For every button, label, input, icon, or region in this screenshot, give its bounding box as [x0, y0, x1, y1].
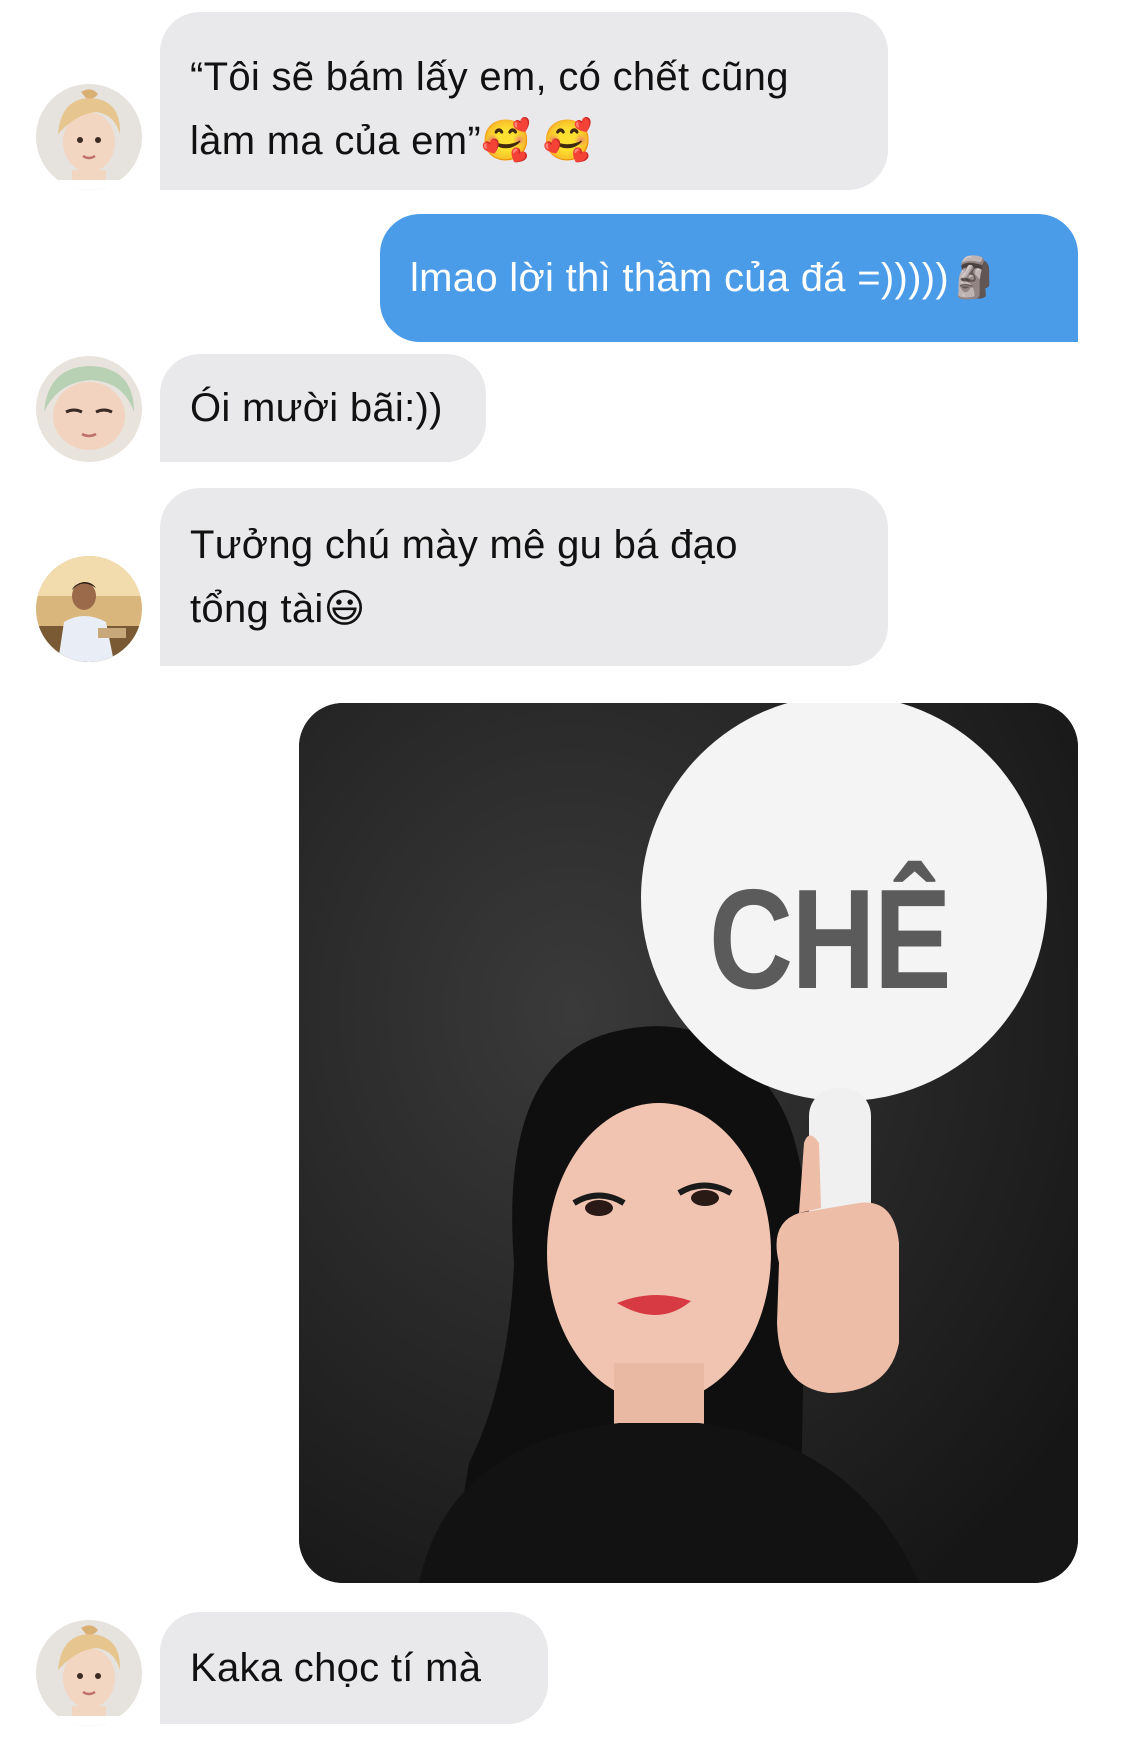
photo-image — [299, 703, 1078, 1583]
message-text: lmao lời thì thầm của đá =)))))🗿 — [410, 256, 1000, 300]
avatar-friend-1[interactable] — [36, 1620, 142, 1726]
message-bubble-outgoing[interactable]: lmao lời thì thầm của đá =)))))🗿 — [380, 214, 1078, 342]
message-text: “Tôi sẽ bám lấy em, có chết cũng — [190, 55, 789, 99]
message-text: Tưởng chú mày mê gu bá đạo — [190, 523, 738, 567]
photo-message[interactable]: CHÊ — [299, 703, 1078, 1583]
avatar-friend-1[interactable] — [36, 84, 142, 190]
message-text: tổng tài😃 — [190, 587, 366, 631]
message-bubble-incoming[interactable]: Tưởng chú mày mê gu bá đạo tổng tài😃 — [160, 488, 888, 666]
chat-thread: “Tôi sẽ bám lấy em, có chết cũng làm ma … — [0, 0, 1125, 1743]
message-bubble-incoming[interactable]: “Tôi sẽ bám lấy em, có chết cũng làm ma … — [160, 12, 888, 190]
message-text: Kaka chọc tí mà — [190, 1646, 482, 1690]
message-bubble-incoming[interactable]: Ói mười bãi:)) — [160, 354, 486, 462]
sign-text: CHÊ — [709, 860, 952, 1019]
message-text: Ói mười bãi:)) — [190, 386, 443, 430]
message-bubble-incoming[interactable]: Kaka chọc tí mà — [160, 1612, 548, 1724]
message-text: làm ma của em”🥰 🥰 — [190, 119, 593, 163]
avatar-friend-2[interactable] — [36, 356, 142, 462]
avatar-friend-3[interactable] — [36, 556, 142, 662]
